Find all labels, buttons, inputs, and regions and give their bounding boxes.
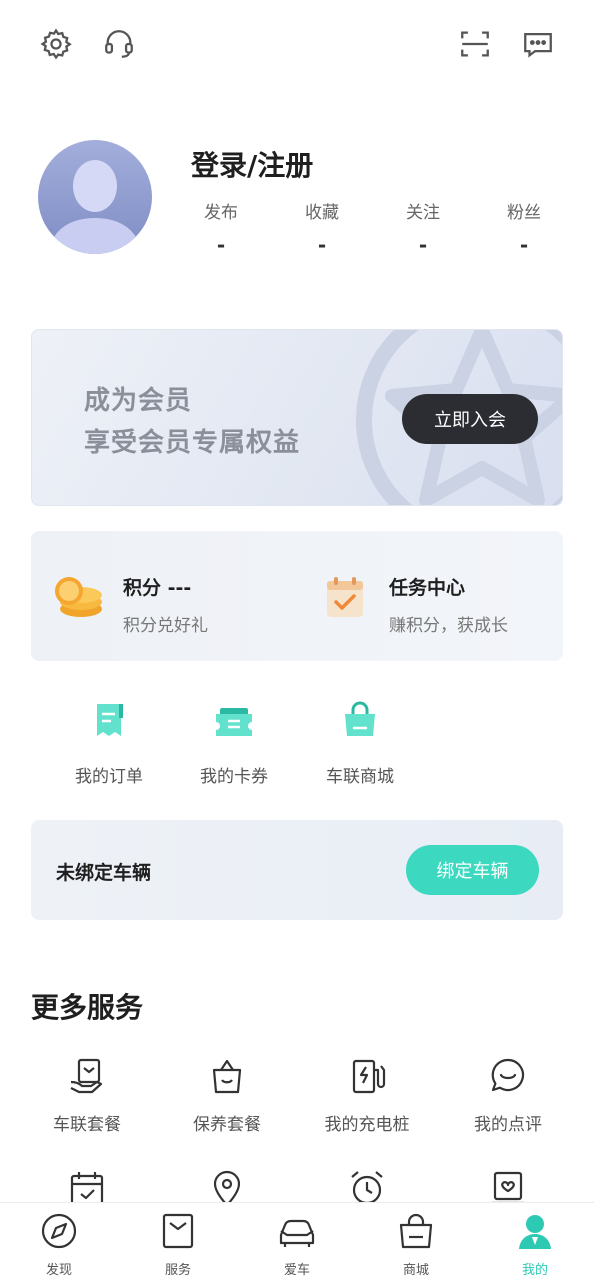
stat-label: 收藏 [305,203,339,223]
customer-service-button[interactable] [97,22,141,66]
tab-mine[interactable]: 我的 [495,1211,575,1278]
task-center-subtitle: 赚积分，获成长 [389,616,508,636]
top-bar [0,22,594,66]
bind-vehicle-button[interactable]: 绑定车辆 [406,845,539,895]
avatar[interactable] [38,140,152,254]
shop-icon [399,1213,433,1249]
stat-value: - [317,233,327,257]
maintenance-bag-icon [212,1059,242,1094]
vehicle-binding-card: 未绑定车辆 绑定车辆 [31,820,563,920]
charger-icon [352,1059,386,1094]
my-coupons-link[interactable]: 我的卡券 [184,700,284,787]
message-icon [524,32,552,58]
package-hand-icon [70,1058,103,1094]
service-item-charger[interactable]: 我的充电桩 [297,1056,437,1135]
member-title: 成为会员 [84,386,193,416]
service-label: 我的点评 [474,1115,542,1135]
quick-links: 我的订单 我的卡券 车联商城 [0,700,594,790]
points-title: 积分 --- [123,577,192,599]
tab-service[interactable]: 服务 [138,1211,218,1278]
coupon-icon [216,708,252,736]
scan-icon [461,31,489,57]
shopping-bag-icon [345,701,375,736]
mall-link[interactable]: 车联商城 [310,700,410,787]
points-card: 积分 --- 积分兑好礼 任务中心 赚积分，获成长 [31,531,563,661]
stat-favorites[interactable]: 收藏 - [292,198,352,257]
login-register-link[interactable]: 登录/注册 [191,144,313,184]
tab-label: 服务 [164,1263,191,1278]
stat-value: - [519,233,529,257]
compass-icon [41,1213,77,1249]
default-avatar-icon [48,160,142,254]
member-subtitle: 享受会员专属权益 [84,428,301,458]
profile-section: 登录/注册 发布 - 收藏 - 关注 - 粉丝 - [38,140,561,257]
stat-value: - [216,233,226,257]
tab-label: 我的 [521,1263,548,1278]
bottom-tab-bar: 发现 服务 爱车 商城 我的 [0,1202,594,1280]
service-label: 保养套餐 [193,1115,261,1135]
service-icon [162,1213,194,1249]
points-subtitle: 积分兑好礼 [123,616,208,636]
stat-label: 关注 [406,203,440,223]
quick-link-label: 我的卡券 [200,767,268,787]
comment-icon [491,1058,525,1092]
headset-icon [105,30,133,58]
more-services-title: 更多服务 [31,991,144,1024]
tab-my-car[interactable]: 爱车 [257,1211,337,1278]
stat-following[interactable]: 关注 - [393,198,453,257]
join-membership-button[interactable]: 立即入会 [402,394,538,444]
tab-label: 发现 [45,1263,72,1278]
tab-label: 商城 [402,1263,429,1278]
coins-icon [55,577,102,617]
my-orders-link[interactable]: 我的订单 [59,700,159,787]
quick-link-label: 车联商城 [326,767,394,787]
service-label: 车联套餐 [53,1115,121,1135]
stat-posts[interactable]: 发布 - [191,198,251,257]
quick-link-label: 我的订单 [75,767,143,787]
service-item-package[interactable]: 车联套餐 [17,1056,157,1135]
task-center-title: 任务中心 [389,577,466,599]
gear-icon [40,28,72,60]
tab-label: 爱车 [283,1263,310,1278]
service-label: 我的充电桩 [324,1115,410,1135]
scan-button[interactable] [453,22,497,66]
order-icon [97,704,123,736]
stat-label: 发布 [204,203,238,223]
membership-banner[interactable]: 成为会员 享受会员专属权益 立即入会 [31,329,563,506]
service-item-maintenance[interactable]: 保养套餐 [157,1056,297,1135]
profile-stats: 发布 - 收藏 - 关注 - 粉丝 - [191,198,561,257]
stat-followers[interactable]: 粉丝 - [494,198,554,257]
points-block[interactable]: 积分 --- 积分兑好礼 [31,531,297,661]
settings-button[interactable] [34,22,78,66]
task-calendar-icon [327,577,363,617]
person-icon [519,1215,551,1249]
tab-discover[interactable]: 发现 [19,1211,99,1278]
stat-label: 粉丝 [507,203,541,223]
tab-shop[interactable]: 商城 [376,1211,456,1278]
car-icon [279,1219,315,1247]
task-center-block[interactable]: 任务中心 赚积分，获成长 [297,531,563,661]
service-item-reviews[interactable]: 我的点评 [438,1056,578,1135]
messages-button[interactable] [516,22,560,66]
vehicle-status: 未绑定车辆 [56,862,152,884]
stat-value: - [418,233,428,257]
